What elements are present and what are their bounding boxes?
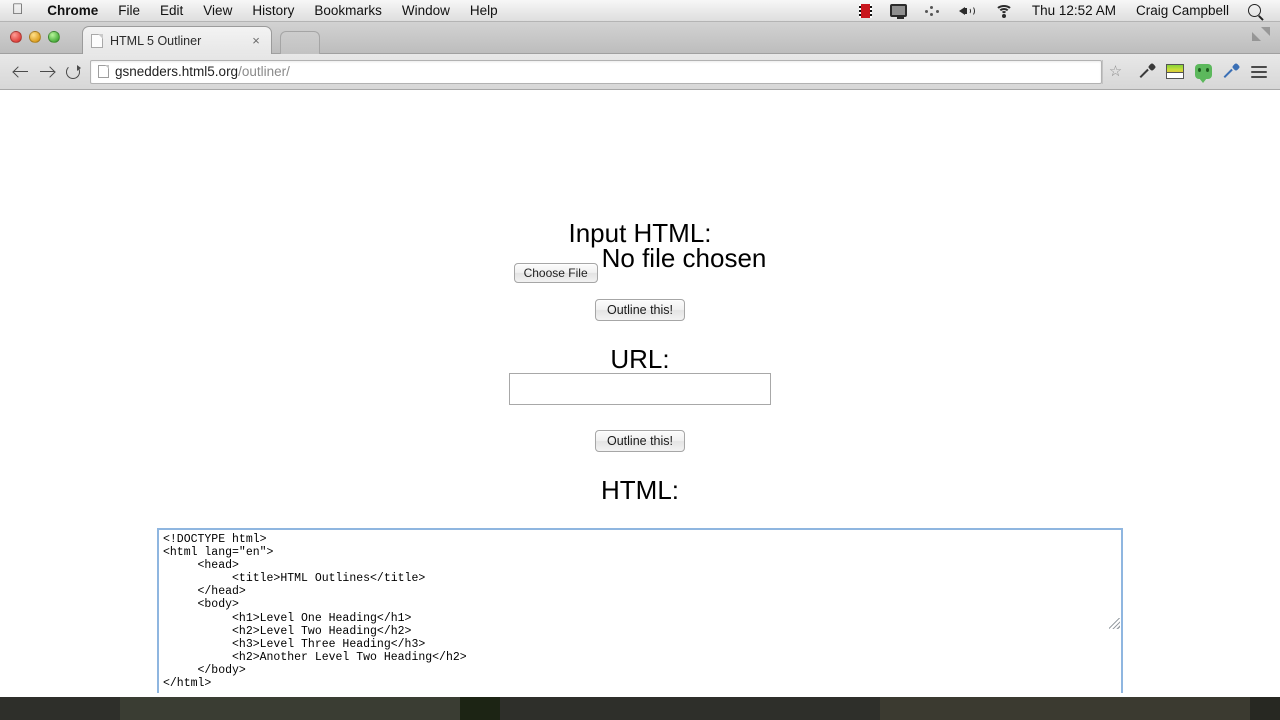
spotlight-search-icon[interactable] — [1239, 0, 1270, 22]
color-picker-icon[interactable] — [1162, 59, 1188, 85]
apple-logo-icon[interactable]:  — [12, 2, 23, 17]
menu-item-view[interactable]: View — [193, 3, 242, 18]
minimize-window-button[interactable] — [29, 31, 41, 43]
menu-item-history[interactable]: History — [242, 3, 304, 18]
browser-toolbar: gsnedders.html5.org/outliner/ ☆ — [0, 54, 1280, 90]
desktop-background-strip — [0, 697, 1280, 720]
outline-file-button[interactable]: Outline this! — [594, 299, 686, 321]
file-input-row: Choose File No file chosen — [0, 239, 1280, 283]
bookmark-star-icon[interactable]: ☆ — [1102, 59, 1128, 84]
zoom-window-button[interactable] — [48, 31, 60, 43]
menu-bar-username[interactable]: Craig Campbell — [1126, 3, 1239, 18]
url-input[interactable] — [509, 373, 771, 405]
bluetooth-icon[interactable] — [916, 0, 950, 22]
extension-toolbar — [1128, 59, 1272, 85]
menu-bar-status-items: Thu 12:52 AM Craig Campbell — [850, 0, 1280, 22]
os-menu-bar:  Chrome File Edit View History Bookmark… — [0, 0, 1280, 22]
url-path: /outliner/ — [238, 64, 290, 79]
tab-favicon-page-icon — [91, 33, 103, 48]
forward-arrow-icon[interactable] — [34, 59, 60, 85]
browser-window: HTML 5 Outliner × gsnedders.html5.org/ou… — [0, 22, 1280, 697]
address-bar-url: gsnedders.html5.org/outliner/ — [115, 64, 290, 79]
tab-strip: HTML 5 Outliner × — [0, 22, 1280, 54]
eyedropper-icon[interactable] — [1134, 59, 1160, 85]
blue-eyedropper-icon[interactable] — [1218, 59, 1244, 85]
heading-url: URL: — [610, 344, 670, 374]
wifi-icon[interactable] — [986, 0, 1022, 22]
menu-item-help[interactable]: Help — [460, 3, 508, 18]
menu-item-bookmarks[interactable]: Bookmarks — [304, 3, 392, 18]
menu-item-window[interactable]: Window — [392, 3, 460, 18]
menu-bar-clock[interactable]: Thu 12:52 AM — [1022, 3, 1126, 18]
menu-item-chrome[interactable]: Chrome — [37, 3, 108, 18]
page-content: Input HTML: Choose File No file chosen Ou… — [0, 90, 1280, 693]
tab-html5-outliner[interactable]: HTML 5 Outliner × — [82, 26, 272, 54]
hamburger-menu-icon[interactable] — [1246, 59, 1272, 85]
html-source-textarea[interactable] — [157, 528, 1123, 693]
tab-title: HTML 5 Outliner — [110, 33, 202, 48]
window-traffic-lights — [10, 31, 60, 43]
speech-bubble-icon[interactable] — [1190, 59, 1216, 85]
address-bar[interactable]: gsnedders.html5.org/outliner/ — [90, 59, 1102, 84]
display-icon[interactable] — [881, 0, 916, 22]
back-arrow-icon[interactable] — [8, 59, 34, 85]
menu-item-edit[interactable]: Edit — [150, 3, 193, 18]
film-strip-icon[interactable] — [850, 0, 881, 22]
outline-url-button[interactable]: Outline this! — [594, 430, 686, 452]
close-window-button[interactable] — [10, 31, 22, 43]
heading-html: HTML: — [601, 475, 679, 505]
fullscreen-arrows-icon[interactable] — [1252, 27, 1270, 44]
choose-file-button[interactable]: Choose File — [513, 263, 598, 283]
menu-bar-items:  Chrome File Edit View History Bookmark… — [0, 2, 508, 18]
close-icon[interactable]: × — [249, 34, 263, 48]
url-domain: gsnedders.html5.org — [115, 64, 239, 79]
new-tab-button[interactable] — [280, 31, 320, 54]
reload-icon[interactable] — [60, 59, 86, 85]
volume-icon[interactable] — [950, 0, 986, 22]
page-info-icon — [98, 65, 109, 78]
no-file-chosen-label: No file chosen — [601, 243, 767, 273]
menu-item-file[interactable]: File — [108, 3, 150, 18]
